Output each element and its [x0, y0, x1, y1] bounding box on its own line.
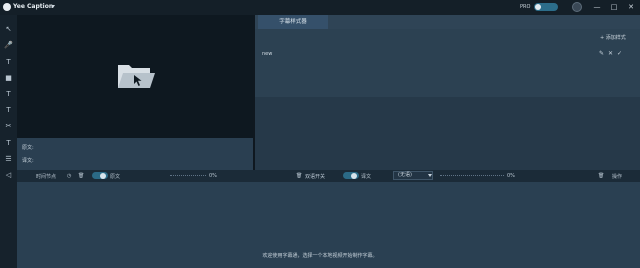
- minimize-button[interactable]: —: [592, 2, 602, 12]
- bilingual-label: 双语开关: [305, 174, 326, 180]
- edit-style-icon[interactable]: ✎: [599, 50, 604, 57]
- split-tool-icon[interactable]: ✂: [3, 121, 14, 131]
- maximize-button[interactable]: □: [609, 2, 619, 12]
- language-select[interactable]: (无语): [393, 171, 433, 180]
- target-label: 译文: [361, 174, 372, 180]
- user-avatar[interactable]: [572, 2, 582, 12]
- action-label: 操作: [612, 174, 623, 180]
- close-button[interactable]: ✕: [626, 2, 636, 12]
- source-progress: [170, 175, 206, 176]
- language-chevron-down-icon[interactable]: [428, 174, 432, 177]
- share-tool-icon[interactable]: ◁: [3, 170, 14, 180]
- action-trash-icon[interactable]: 🗑: [598, 173, 604, 179]
- subtitle-edit-area[interactable]: [17, 138, 253, 170]
- caption-tool-icon[interactable]: T: [3, 138, 14, 148]
- pointer-tool-icon[interactable]: ↖: [3, 24, 14, 34]
- microphone-tool-icon[interactable]: 🎤: [3, 40, 14, 50]
- app-logo-icon: [3, 3, 11, 11]
- text-style-tool-icon[interactable]: T: [3, 105, 14, 115]
- target-percent: 0%: [507, 173, 515, 179]
- pro-toggle-knob: [535, 4, 541, 10]
- delete-style-icon[interactable]: ✕: [608, 50, 613, 57]
- text-tool-icon[interactable]: T: [3, 57, 14, 67]
- clock-icon[interactable]: ◷: [67, 173, 71, 179]
- source-line-label: 原文:: [22, 145, 34, 151]
- bilingual-trash-icon[interactable]: 🗑: [296, 173, 302, 179]
- translation-line-label: 译文:: [22, 158, 34, 164]
- style-item-name[interactable]: new: [262, 51, 272, 57]
- text-box-tool-icon[interactable]: T: [3, 89, 14, 99]
- trash-icon[interactable]: 🗑: [78, 173, 84, 179]
- app-menu-caret-icon[interactable]: [51, 5, 55, 8]
- app-title: Yee Caption: [13, 3, 54, 10]
- open-folder-icon[interactable]: [117, 60, 157, 94]
- shape-tool-icon[interactable]: ■: [3, 73, 14, 83]
- source-label: 原文: [110, 174, 121, 180]
- target-progress: [440, 175, 504, 176]
- confirm-style-icon[interactable]: ✓: [617, 50, 622, 57]
- tab-subtitle-style[interactable]: 字幕样式器: [258, 15, 328, 29]
- source-toggle-knob: [100, 172, 106, 179]
- style-list: [255, 29, 640, 97]
- welcome-message: 欢迎使用字幕通，选择一个本地视频开始制作字幕。: [262, 253, 378, 259]
- timing-label: 时间节点: [36, 174, 57, 180]
- pro-label: PRO: [520, 4, 531, 10]
- list-tool-icon[interactable]: ☰: [3, 154, 14, 164]
- add-style-button[interactable]: + 添加样式: [600, 34, 626, 41]
- target-toggle-knob: [351, 172, 357, 179]
- source-percent: 0%: [209, 173, 217, 179]
